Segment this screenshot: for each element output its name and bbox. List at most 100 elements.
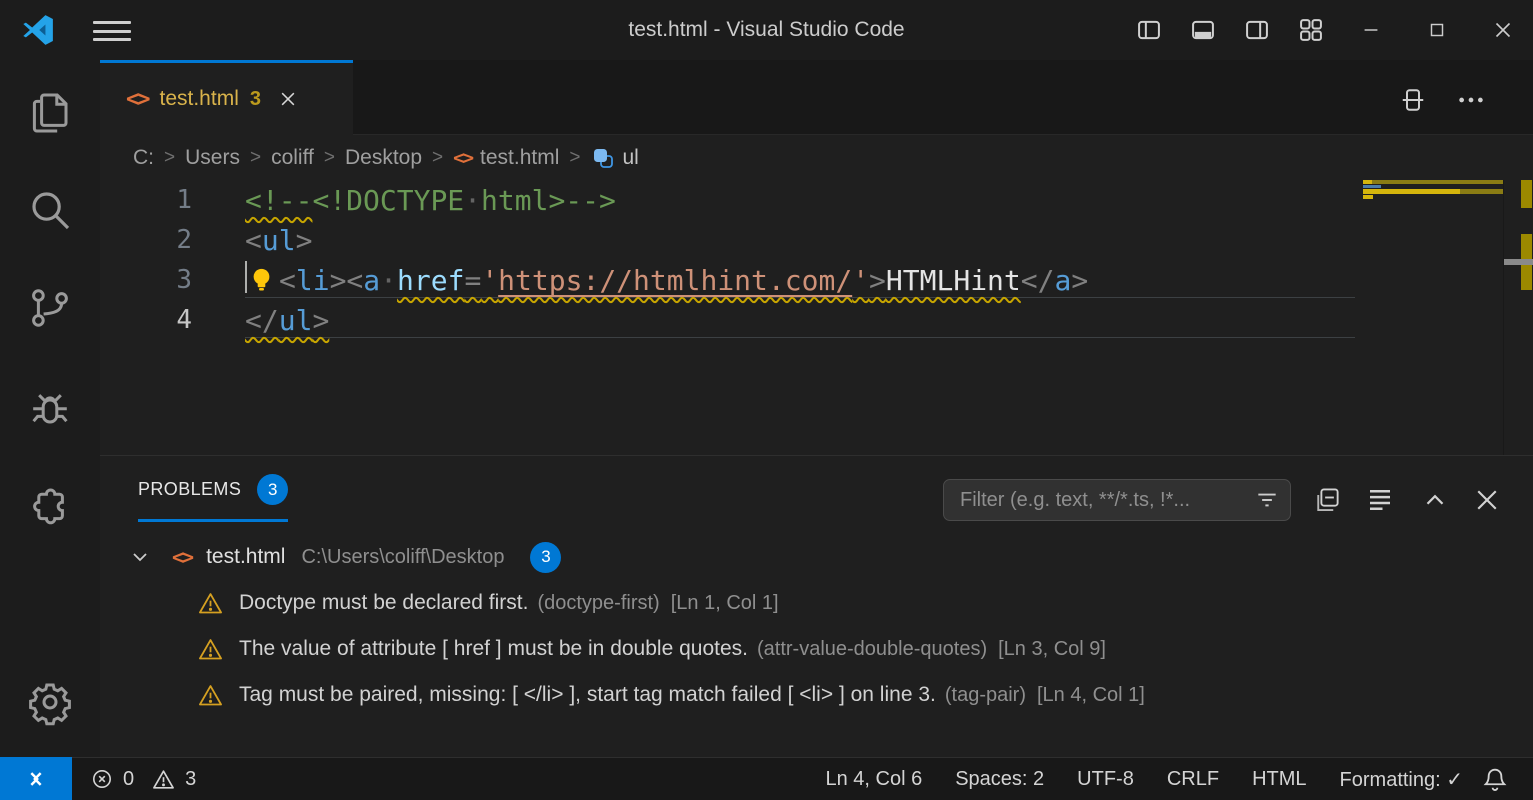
html-file-icon: <>: [453, 147, 472, 169]
customize-layout-icon[interactable]: [1295, 14, 1327, 46]
breadcrumb: C: > Users > coliff > Desktop > <> test.…: [100, 135, 1533, 180]
chevron-right-icon: >: [565, 147, 584, 169]
problems-filter: [943, 479, 1291, 521]
tab-label: test.html: [160, 87, 239, 111]
problems-file-name: test.html: [206, 545, 285, 569]
problem-position: [Ln 1, Col 1]: [671, 592, 779, 615]
vscode-window: test.html - Visual Studio Code: [0, 0, 1533, 800]
encoding-item[interactable]: UTF-8: [1077, 768, 1134, 791]
more-actions-icon[interactable]: [1456, 85, 1486, 115]
overview-ruler: [1504, 180, 1533, 455]
toggle-secondary-sidebar-icon[interactable]: [1241, 14, 1273, 46]
ruler-cursor-mark: [1504, 259, 1533, 265]
toggle-panel-icon[interactable]: [1187, 14, 1219, 46]
code-editor[interactable]: 1 <!--<!DOCTYPE·html>--> 2 <ul> 3 <li><a…: [100, 180, 1533, 455]
titlebar-actions: [1133, 0, 1525, 60]
line-number: 2: [100, 225, 192, 255]
problems-file-path: C:\Users\coliff\Desktop: [301, 546, 504, 569]
problem-source: (attr-value-double-quotes): [757, 638, 987, 661]
settings-gear-icon[interactable]: [26, 678, 74, 726]
html-file-icon: <>: [172, 545, 192, 569]
language-mode-item[interactable]: HTML: [1252, 768, 1306, 791]
status-bar: 0 3 Ln 4, Col 6 Spaces: 2 UTF-8 CRLF HTM…: [0, 757, 1533, 800]
problem-message: Tag must be paired, missing: [ </li> ], …: [239, 683, 936, 707]
minimap-mark: [1363, 180, 1372, 184]
breadcrumb-drive[interactable]: C:: [133, 146, 154, 170]
chevron-right-icon: >: [246, 147, 265, 169]
error-icon: [90, 767, 114, 791]
ruler-warning-mark: [1521, 180, 1532, 208]
source-control-icon[interactable]: [26, 284, 74, 332]
problems-file-row[interactable]: <> test.html C:\Users\coliff\Desktop 3: [100, 534, 1533, 580]
maximize-button[interactable]: [1415, 8, 1459, 52]
search-icon[interactable]: [26, 186, 74, 234]
code-line-4: 4 </ul>: [100, 300, 1533, 340]
problems-tab-label: PROBLEMS: [138, 479, 241, 500]
toggle-primary-sidebar-icon[interactable]: [1133, 14, 1165, 46]
remote-icon: [22, 765, 50, 793]
problem-message: The value of attribute [ href ] must be …: [239, 637, 748, 661]
collapse-all-icon[interactable]: [1312, 485, 1342, 515]
lightbulb-icon[interactable]: [248, 266, 275, 293]
minimize-button[interactable]: [1349, 8, 1393, 52]
minimap[interactable]: [1363, 180, 1503, 455]
activity-bar: [0, 60, 100, 757]
run-debug-icon[interactable]: [26, 384, 74, 432]
warning-icon: [197, 590, 224, 617]
chevron-down-icon[interactable]: [128, 545, 152, 569]
notifications-bell-icon[interactable]: [1481, 765, 1509, 793]
minimap-mark: [1363, 189, 1460, 194]
chevron-right-icon: >: [320, 147, 339, 169]
breadcrumb-users[interactable]: Users: [185, 146, 240, 170]
symbol-element-icon: [591, 146, 615, 170]
close-panel-icon[interactable]: [1472, 485, 1502, 515]
line-number: 3: [100, 265, 192, 295]
explorer-icon[interactable]: [26, 87, 74, 135]
chevron-right-icon: >: [428, 147, 447, 169]
code-line-2: 2 <ul>: [100, 220, 1533, 260]
problems-status-item[interactable]: 0 3: [90, 758, 196, 800]
problem-row-2[interactable]: The value of attribute [ href ] must be …: [100, 626, 1533, 672]
status-bar-right: Ln 4, Col 6 Spaces: 2 UTF-8 CRLF HTML Fo…: [825, 758, 1463, 800]
tab-close-icon[interactable]: [278, 89, 298, 109]
warning-icon: [151, 767, 176, 792]
extensions-icon[interactable]: [26, 483, 74, 531]
text-cursor: [245, 261, 247, 293]
warning-count: 3: [185, 768, 196, 791]
close-window-button[interactable]: [1481, 8, 1525, 52]
cursor-position-item[interactable]: Ln 4, Col 6: [825, 768, 922, 791]
url-link[interactable]: https://htmlhint.com/: [498, 264, 852, 297]
code-line-3: 3 <li><a·href='https://htmlhint.com/'>HT…: [100, 260, 1533, 300]
line-number-active: 4: [100, 305, 192, 335]
file-problem-count-badge: 3: [530, 542, 561, 573]
tab-test-html[interactable]: <> test.html 3: [100, 60, 353, 135]
breadcrumb-desktop[interactable]: Desktop: [345, 146, 422, 170]
problem-row-3[interactable]: Tag must be paired, missing: [ </li> ], …: [100, 672, 1533, 718]
problem-position: [Ln 4, Col 1]: [1037, 684, 1145, 707]
breadcrumb-file[interactable]: <> test.html: [453, 146, 559, 170]
view-as-table-icon[interactable]: [1365, 485, 1395, 515]
code-line-1: 1 <!--<!DOCTYPE·html>-->: [100, 180, 1533, 220]
editor-actions: [1398, 78, 1528, 122]
breadcrumb-symbol-ul[interactable]: ul: [591, 146, 639, 170]
problem-message: Doctype must be declared first.: [239, 591, 528, 615]
minimap-line-1: [1363, 180, 1503, 184]
maximize-panel-icon[interactable]: [1420, 485, 1450, 515]
error-count: 0: [123, 768, 134, 791]
tab-problem-count: 3: [250, 88, 261, 111]
indentation-item[interactable]: Spaces: 2: [955, 768, 1044, 791]
filter-input[interactable]: [958, 488, 1254, 513]
eol-item[interactable]: CRLF: [1167, 768, 1219, 791]
remote-indicator[interactable]: [0, 757, 72, 800]
line-number: 1: [100, 185, 192, 215]
breadcrumb-coliff[interactable]: coliff: [271, 146, 314, 170]
split-editor-icon[interactable]: [1398, 85, 1428, 115]
problem-source: (tag-pair): [945, 684, 1026, 707]
chevron-right-icon: >: [160, 147, 179, 169]
tab-problems[interactable]: PROBLEMS 3: [138, 474, 288, 522]
formatting-item[interactable]: Formatting: ✓: [1340, 767, 1463, 792]
warning-icon: [197, 682, 224, 709]
minimap-line-4: [1363, 195, 1373, 199]
problem-row-1[interactable]: Doctype must be declared first. (doctype…: [100, 580, 1533, 626]
filter-icon[interactable]: [1254, 487, 1280, 513]
